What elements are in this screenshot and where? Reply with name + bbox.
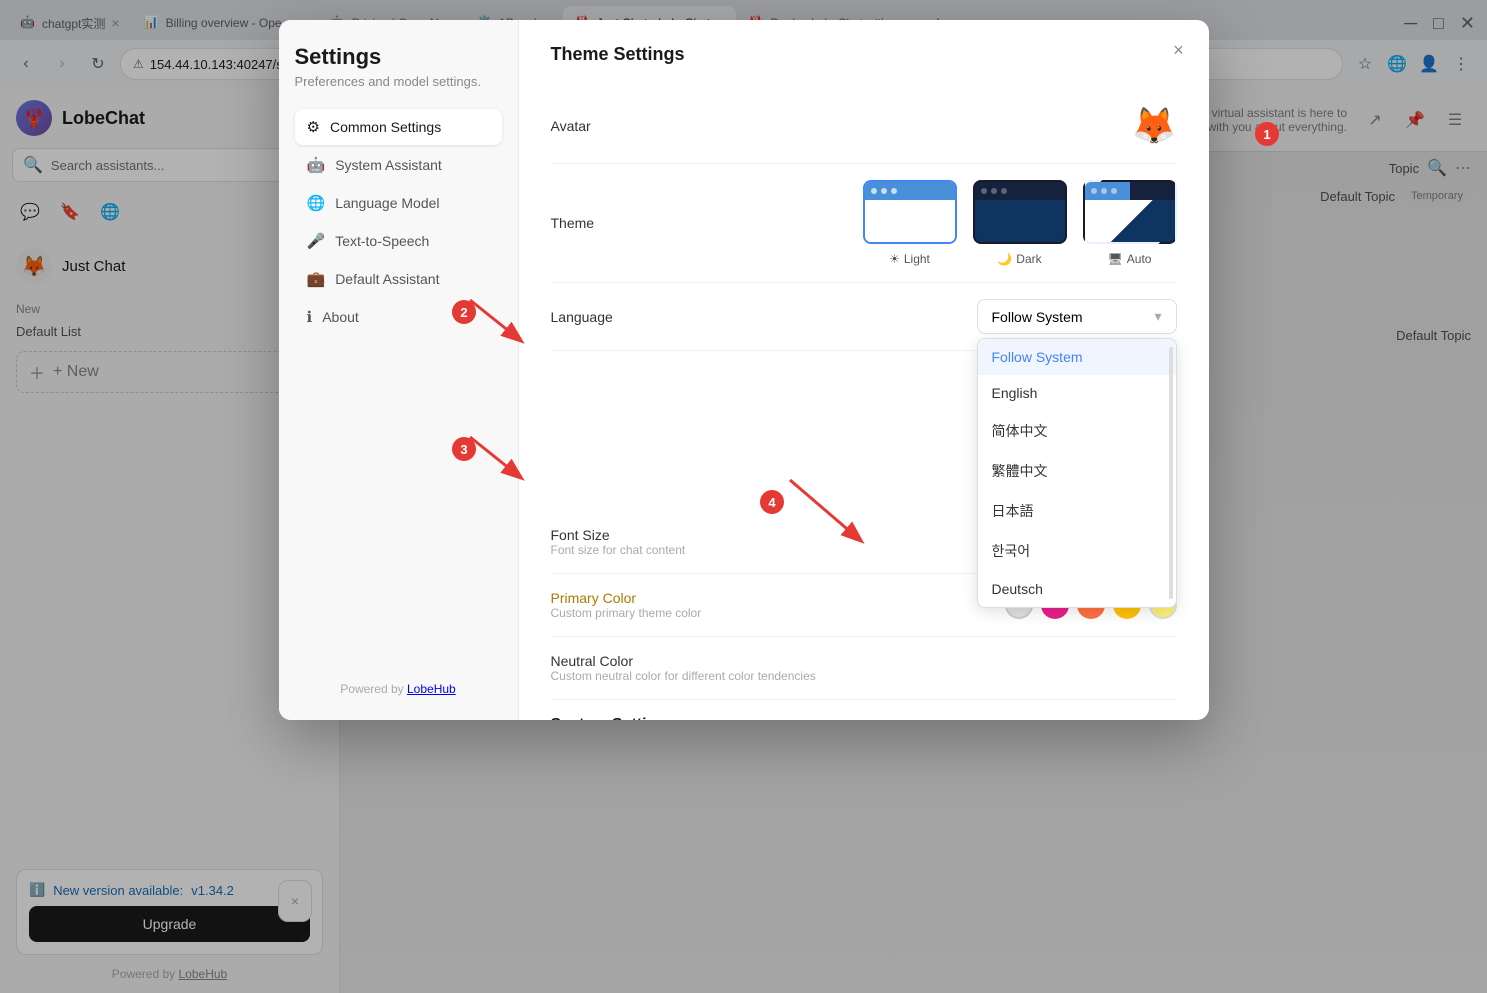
sun-icon: ☀ [889, 252, 900, 266]
modal-sidebar: Settings Preferences and model settings.… [279, 20, 519, 720]
theme-option-auto[interactable]: 🖥 Auto [1083, 180, 1177, 266]
modal-content: × Theme Settings Avatar 🦊 Theme [519, 20, 1209, 720]
system-settings-title: System Settings [551, 716, 1177, 720]
font-size-info: Font Size Font size for chat content [551, 527, 686, 557]
neutral-color-info: Neutral Color Custom neutral color for d… [551, 653, 816, 683]
primary-color-description: Custom primary theme color [551, 606, 702, 620]
moon-icon: 🌙 [997, 252, 1012, 266]
primary-color-label: Primary Color [551, 590, 702, 606]
lang-option-follow-system[interactable]: Follow System [978, 339, 1176, 375]
modal-overlay: Settings Preferences and model settings.… [0, 0, 1487, 993]
monitor-icon: 🖥 [1108, 252, 1123, 266]
default-assistant-icon: 💼 [307, 270, 326, 288]
preview-top-light [865, 182, 955, 200]
dark-label: Dark [1016, 252, 1041, 266]
language-dropdown[interactable]: Follow System ▾ Follow System English 简体… [977, 299, 1177, 334]
theme-options: ☀ Light [863, 180, 1177, 266]
neutral-color-description: Custom neutral color for different color… [551, 669, 816, 683]
preview-body-dark [975, 200, 1065, 244]
common-settings-icon: ⚙ [307, 118, 320, 136]
dot7 [1091, 188, 1097, 194]
avatar-row: Avatar 🦊 [551, 89, 1177, 164]
badge-3: 3 [452, 437, 476, 461]
dot1 [871, 188, 877, 194]
settings-modal: Settings Preferences and model settings.… [279, 20, 1209, 720]
dot9 [1111, 188, 1117, 194]
lang-option-german[interactable]: Deutsch [978, 571, 1176, 607]
primary-color-info: Primary Color Custom primary theme color [551, 590, 702, 620]
dot5 [991, 188, 997, 194]
modal-nav-tts[interactable]: 🎤 Text-to-Speech [295, 223, 502, 259]
system-assistant-label: System Assistant [335, 157, 442, 173]
dot6 [1001, 188, 1007, 194]
preview-body-light [865, 200, 955, 244]
avatar-label: Avatar [551, 118, 671, 134]
lang-option-simplified-chinese[interactable]: 简体中文 [978, 411, 1176, 451]
modal-powered-by-text: Powered by [340, 682, 403, 696]
modal-nav-language-model[interactable]: 🌐 Language Model [295, 185, 502, 221]
preview-top-dark [975, 182, 1065, 200]
language-dropdown-menu: Follow System English 简体中文 繁體中文 日本語 한국어 … [977, 338, 1177, 608]
preview-body-auto [1085, 200, 1175, 244]
tts-label: Text-to-Speech [335, 233, 429, 249]
dropdown-scrollbar [1169, 347, 1173, 599]
language-label: Language [551, 309, 671, 325]
modal-nav-default-assistant[interactable]: 💼 Default Assistant [295, 261, 502, 297]
font-size-description: Font size for chat content [551, 543, 686, 557]
theme-preview-auto [1083, 180, 1177, 244]
language-value: Follow System ▾ Follow System English 简体… [977, 299, 1177, 334]
theme-preview-light [863, 180, 957, 244]
common-settings-label: Common Settings [330, 119, 441, 135]
dot4 [981, 188, 987, 194]
avatar-value: 🦊 [1132, 105, 1177, 147]
tts-icon: 🎤 [307, 232, 326, 250]
system-assistant-icon: 🤖 [307, 156, 326, 174]
badge-2: 2 [452, 300, 476, 324]
neutral-color-row: Neutral Color Custom neutral color for d… [551, 637, 1177, 700]
default-assistant-label: Default Assistant [335, 271, 439, 287]
theme-preview-dark [973, 180, 1067, 244]
modal-settings-subtitle: Preferences and model settings. [295, 74, 502, 89]
badge-4: 4 [760, 490, 784, 514]
light-label: Light [904, 252, 930, 266]
avatar-emoji: 🦊 [1132, 105, 1177, 147]
theme-label: Theme [551, 215, 671, 231]
lang-option-english[interactable]: English [978, 375, 1176, 411]
auto-label: Auto [1127, 252, 1152, 266]
light-theme-label: ☀ Light [889, 252, 930, 266]
preview-top-auto [1085, 182, 1175, 200]
language-model-icon: 🌐 [307, 194, 326, 212]
about-label: About [322, 309, 359, 325]
modal-lobehub-link[interactable]: LobeHub [407, 682, 456, 696]
language-select[interactable]: Follow System ▾ [977, 299, 1177, 334]
badge-1: 1 [1255, 122, 1279, 146]
modal-nav-common[interactable]: ⚙ Common Settings [295, 109, 502, 145]
chevron-down-icon: ▾ [1154, 308, 1161, 325]
font-size-label: Font Size [551, 527, 686, 543]
language-selected-value: Follow System [992, 309, 1083, 325]
about-icon: ℹ [307, 308, 313, 326]
auto-theme-label: 🖥 Auto [1108, 252, 1152, 266]
dot2 [881, 188, 887, 194]
modal-close-button[interactable]: × [1165, 36, 1193, 64]
theme-option-light[interactable]: ☀ Light [863, 180, 957, 266]
dot8 [1101, 188, 1107, 194]
theme-options-group: ☀ Light [863, 180, 1177, 266]
dot3 [891, 188, 897, 194]
language-model-label: Language Model [335, 195, 439, 211]
theme-settings-title: Theme Settings [551, 44, 1177, 65]
dark-theme-label: 🌙 Dark [997, 252, 1041, 266]
lang-option-traditional-chinese[interactable]: 繁體中文 [978, 451, 1176, 491]
modal-nav-system[interactable]: 🤖 System Assistant [295, 147, 502, 183]
theme-option-dark[interactable]: 🌙 Dark [973, 180, 1067, 266]
theme-row: Theme [551, 164, 1177, 283]
modal-settings-title: Settings [295, 44, 502, 70]
lang-option-korean[interactable]: 한국어 [978, 531, 1176, 571]
language-row: Language Follow System ▾ Follow System E… [551, 283, 1177, 351]
neutral-color-label: Neutral Color [551, 653, 816, 669]
modal-powered-by: Powered by LobeHub [295, 682, 502, 696]
lang-option-japanese[interactable]: 日本語 [978, 491, 1176, 531]
